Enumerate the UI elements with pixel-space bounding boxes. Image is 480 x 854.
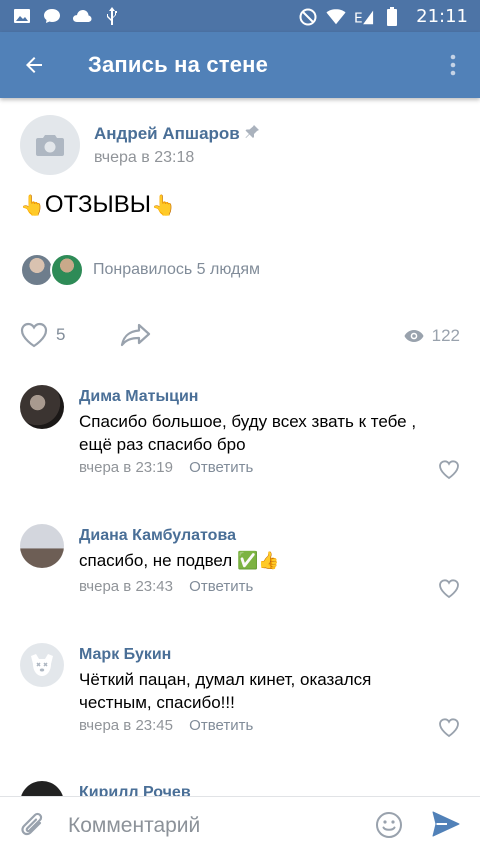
heart-icon xyxy=(20,322,48,348)
chat-bubble-icon xyxy=(42,6,62,26)
send-icon xyxy=(432,811,460,837)
reply-button[interactable]: Ответить xyxy=(189,578,253,595)
deactivated-dog-icon xyxy=(31,654,53,676)
author-avatar[interactable] xyxy=(20,115,80,175)
comment-meta: вчера в 23:45 Ответить xyxy=(79,717,253,734)
more-options-button[interactable] xyxy=(438,45,468,85)
commenter-avatar[interactable] xyxy=(20,524,64,568)
comment-item: Диана Камбулатова спасибо, не подвел ✅👍 … xyxy=(0,524,480,604)
like-button[interactable]: 5 xyxy=(20,322,65,348)
pointing-up-emoji: 👆 xyxy=(150,194,176,217)
do-not-disturb-icon xyxy=(298,7,318,27)
comment-timestamp: вчера в 23:45 xyxy=(79,717,173,734)
image-icon xyxy=(12,6,32,26)
post-timestamp: вчера в 23:18 xyxy=(94,149,195,166)
commenter-name[interactable]: Диана Камбулатова xyxy=(79,527,236,545)
send-button[interactable] xyxy=(432,811,460,842)
comment-input-bar xyxy=(0,796,480,854)
page-title: Запись на стене xyxy=(88,52,269,77)
views-counter: 122 xyxy=(404,326,460,346)
post-body: 👆 ОТЗЫВЫ 👆 xyxy=(20,191,176,219)
comment-like-heart-icon[interactable] xyxy=(438,459,460,481)
usb-icon xyxy=(102,6,122,26)
status-bar: E 21:11 xyxy=(0,0,480,32)
comment-input[interactable] xyxy=(68,811,358,841)
comment-text: Спасибо большое, буду всех звать к тебе … xyxy=(79,412,417,454)
svg-text:E: E xyxy=(354,10,363,26)
share-arrow-icon xyxy=(120,323,151,347)
commenter-name[interactable]: Марк Букин xyxy=(79,646,171,664)
like-count: 5 xyxy=(56,325,66,344)
signal-e-icon: E xyxy=(354,7,374,27)
reply-button[interactable]: Ответить xyxy=(189,717,253,734)
comment-meta: вчера в 23:19 Ответить xyxy=(79,459,253,476)
pin-icon xyxy=(244,124,260,145)
pointing-up-emoji: 👆 xyxy=(20,194,45,217)
battery-icon xyxy=(382,6,402,27)
commenter-avatar[interactable] xyxy=(20,385,64,429)
liker-avatar[interactable] xyxy=(20,253,54,287)
arrow-left-icon xyxy=(26,57,42,73)
more-vertical-icon xyxy=(450,54,456,76)
post-text: ОТЗЫВЫ xyxy=(44,191,151,218)
comment-like-heart-icon[interactable] xyxy=(438,578,460,600)
commenter-avatar[interactable] xyxy=(20,643,64,687)
comment-timestamp: вчера в 23:19 xyxy=(79,459,173,476)
comment-meta: вчера в 23:43 Ответить xyxy=(79,578,253,595)
liker-avatar[interactable] xyxy=(50,253,84,287)
views-count: 122 xyxy=(431,326,460,345)
comment-timestamp: вчера в 23:43 xyxy=(79,578,173,595)
commenter-name[interactable]: Дима Матыцин xyxy=(79,388,198,406)
comment-like-heart-icon[interactable] xyxy=(438,717,460,739)
app-toolbar: Запись на стене xyxy=(0,32,480,98)
comment-text: спасибо, не подвел ✅👍 xyxy=(79,551,280,570)
reply-button[interactable]: Ответить xyxy=(189,459,253,476)
emoji-button[interactable] xyxy=(375,811,403,844)
cloud-icon xyxy=(72,6,92,26)
comment-item: Дима Матыцин Спасибо большое, буду всех … xyxy=(0,385,480,485)
share-button[interactable] xyxy=(120,322,152,353)
eye-icon xyxy=(404,330,424,342)
comment-item: Марк Букин Чёткий пацан, думал кинет, ок… xyxy=(0,643,480,743)
comment-text: Чёткий пацан, думал кинет, оказался чест… xyxy=(79,670,372,712)
paperclip-icon xyxy=(21,812,43,836)
wifi-icon xyxy=(326,7,346,27)
smiley-icon xyxy=(376,812,402,838)
back-button[interactable] xyxy=(14,45,54,85)
clock: 21:11 xyxy=(416,6,468,27)
post-author-name[interactable]: Андрей Апшаров xyxy=(94,124,240,144)
attach-button[interactable] xyxy=(20,811,46,846)
likes-summary[interactable]: Понравилось 5 людям xyxy=(93,261,260,279)
camera-icon xyxy=(36,135,64,156)
